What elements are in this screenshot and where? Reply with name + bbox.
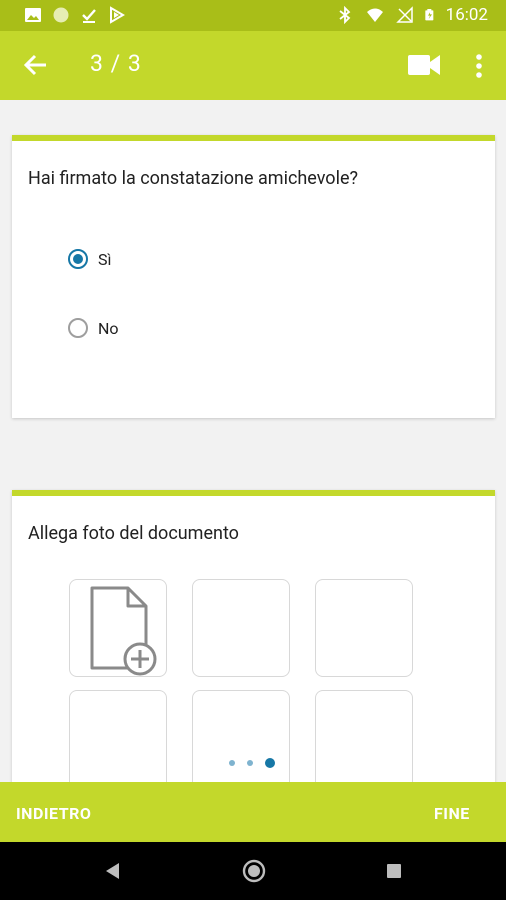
radio-si[interactable] bbox=[68, 249, 88, 269]
add-document-icon bbox=[90, 586, 157, 676]
option-si[interactable]: Sì bbox=[68, 249, 111, 269]
option-label-no: No bbox=[98, 318, 119, 338]
finish-button[interactable]: FINE bbox=[434, 804, 470, 823]
nav-home-icon[interactable] bbox=[242, 859, 266, 883]
question-text: Allega foto del documento bbox=[28, 523, 239, 544]
photo-tile[interactable] bbox=[315, 690, 413, 782]
app-bar: 3 / 3 bbox=[0, 31, 506, 100]
nav-back-icon[interactable] bbox=[104, 862, 122, 880]
back-arrow-icon[interactable] bbox=[22, 51, 50, 79]
option-label-si: Sì bbox=[98, 249, 112, 269]
option-no[interactable]: No bbox=[68, 318, 119, 338]
image-icon bbox=[25, 8, 41, 22]
play-store-icon bbox=[110, 6, 125, 24]
photo-tile[interactable] bbox=[315, 579, 413, 677]
page-dot bbox=[247, 760, 253, 766]
status-bar: 16:02 bbox=[0, 0, 506, 31]
page-dot-active bbox=[265, 758, 275, 768]
system-nav-bar bbox=[0, 842, 506, 900]
back-button[interactable]: INDIETRO bbox=[16, 804, 91, 823]
battery-icon bbox=[424, 9, 433, 21]
nav-recents-icon[interactable] bbox=[386, 863, 402, 879]
more-vert-icon[interactable] bbox=[468, 52, 490, 80]
download-check-icon bbox=[82, 9, 96, 23]
circle-icon bbox=[53, 7, 69, 23]
page-title: 3 / 3 bbox=[90, 50, 142, 77]
photo-tile[interactable] bbox=[192, 690, 290, 782]
photo-tile[interactable] bbox=[192, 579, 290, 677]
video-camera-icon[interactable] bbox=[408, 53, 440, 77]
signal-off-icon bbox=[395, 6, 413, 23]
clock: 16:02 bbox=[445, 5, 488, 25]
photo-tile[interactable] bbox=[69, 690, 167, 782]
question-card-signature: Hai firmato la constatazione amichevole?… bbox=[12, 135, 495, 418]
page-indicator bbox=[229, 758, 275, 768]
wifi-icon bbox=[366, 8, 383, 22]
question-text: Hai firmato la constatazione amichevole? bbox=[28, 168, 359, 189]
bluetooth-icon bbox=[339, 6, 351, 24]
radio-no[interactable] bbox=[68, 318, 88, 338]
bottom-action-bar: INDIETRO FINE bbox=[0, 782, 506, 842]
page-dot bbox=[229, 760, 235, 766]
add-document-tile[interactable] bbox=[69, 579, 167, 677]
